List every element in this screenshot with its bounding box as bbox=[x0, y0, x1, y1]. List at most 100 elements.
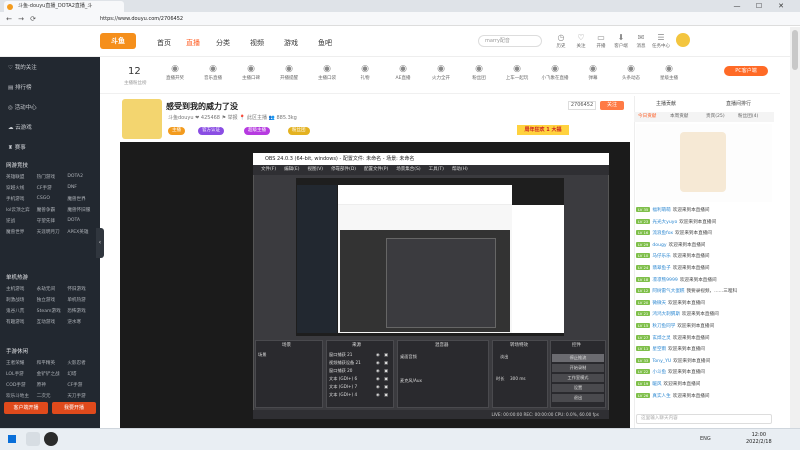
scrollbar-thumb[interactable] bbox=[792, 30, 798, 70]
chat-username[interactable]: 真实人生 bbox=[652, 394, 670, 399]
sidebar-game-item[interactable]: Steam游戏 bbox=[37, 308, 68, 314]
obs-source-item[interactable]: 窗口捕获 20 bbox=[329, 368, 352, 374]
go-live-button[interactable]: ▭ 开播 bbox=[591, 33, 611, 49]
sidebar-game-item[interactable]: 互动游戏 bbox=[37, 319, 68, 325]
eye-icon[interactable]: ◉ bbox=[376, 376, 380, 381]
lock-icon[interactable]: ▣ bbox=[384, 352, 388, 357]
sidebar-game-item[interactable]: DNF bbox=[67, 185, 98, 191]
edge-app-icon[interactable] bbox=[26, 432, 40, 446]
sidebar-game-item[interactable]: DOTA bbox=[67, 218, 98, 224]
history-button[interactable]: ◷ 历史 bbox=[551, 33, 571, 49]
back-button[interactable]: ← bbox=[4, 13, 14, 25]
tab-today[interactable]: 今日贡献 bbox=[638, 113, 656, 119]
category-item[interactable]: ◉ 火力全开 bbox=[426, 63, 456, 81]
browser-tab[interactable]: 斗鱼-douyu直播_DOTA2直播_斗 bbox=[4, 1, 124, 12]
close-button[interactable]: ✕ bbox=[772, 0, 790, 12]
chat-username[interactable]: 阿树雷气大蛋糕 bbox=[652, 289, 684, 294]
obs-scene-item[interactable]: 场景 bbox=[258, 352, 266, 358]
sidebar-item-esports[interactable]: ♜ 赛事 bbox=[8, 143, 26, 151]
sidebar-game-item[interactable]: 英雄联盟 bbox=[6, 174, 37, 180]
lock-icon[interactable]: ▣ bbox=[384, 376, 388, 381]
chat-username[interactable]: dougy bbox=[652, 243, 666, 248]
sidebar-game-item[interactable]: 魔兽怀旧服 bbox=[67, 207, 98, 213]
obs-duration-input[interactable]: 300 ms bbox=[510, 376, 526, 381]
chat-username[interactable]: 玄烨之灵 bbox=[652, 336, 670, 341]
task-center-button[interactable]: ☰ 任务中心 bbox=[651, 33, 671, 49]
sidebar-game-item[interactable]: 火影忍者 bbox=[67, 360, 98, 366]
sidebar-game-item[interactable]: 天刀手游 bbox=[67, 393, 98, 399]
sidebar-item-follow[interactable]: ♡ 我的关注 bbox=[8, 63, 37, 71]
sidebar-game-item[interactable]: 二次元 bbox=[37, 393, 68, 399]
obs-source-item[interactable]: 窗口捕获 21 bbox=[329, 352, 352, 358]
sidebar-game-item[interactable]: 天涯明月刀 bbox=[37, 229, 68, 235]
category-item[interactable]: ◉ 音乐直播 bbox=[198, 63, 228, 81]
category-item[interactable]: ◉ 直播开奖 bbox=[160, 63, 190, 81]
nav-category[interactable]: 分类 bbox=[216, 38, 230, 48]
sidebar-game-item[interactable]: CF手游 bbox=[67, 382, 98, 388]
reload-button[interactable]: ⟳ bbox=[28, 13, 38, 25]
obs-source-item[interactable]: 文本 (GDI+) 6 bbox=[329, 376, 357, 382]
user-avatar[interactable] bbox=[676, 33, 690, 47]
sidebar-game-item[interactable]: 单机热游 bbox=[67, 297, 98, 303]
sidebar-game-item[interactable]: 鬼谷八荒 bbox=[6, 308, 37, 314]
obs-source-item[interactable]: 文本 (GDI+) 7 bbox=[329, 384, 357, 390]
windows-start-icon[interactable] bbox=[8, 435, 16, 443]
chat-username[interactable]: 马仔乐乐 bbox=[652, 254, 670, 259]
follow-list-button[interactable]: ♡ 关注 bbox=[571, 33, 591, 49]
sidebar-game-item[interactable]: CSGO bbox=[37, 196, 68, 202]
category-item[interactable]: ◉ 弹幕 bbox=[578, 63, 608, 81]
nav-live[interactable]: 直播 bbox=[186, 38, 200, 48]
chat-username[interactable]: 流浪鱼fox bbox=[652, 231, 673, 236]
sidebar-game-item[interactable]: 恐怖游戏 bbox=[67, 308, 98, 314]
nav-game[interactable]: 游戏 bbox=[284, 38, 298, 48]
promo-banner[interactable]: 周年狂欢 1 大福 bbox=[517, 125, 569, 135]
sidebar-game-item[interactable]: 独立游戏 bbox=[37, 297, 68, 303]
tab-week[interactable]: 本周贡献 bbox=[670, 113, 688, 119]
client-button[interactable]: ⬇ 客户端 bbox=[611, 33, 631, 49]
chat-username[interactable]: 小斗鱼 bbox=[652, 370, 666, 375]
sidebar-game-item[interactable]: 永劫无间 bbox=[37, 286, 68, 292]
forward-button[interactable]: → bbox=[16, 13, 26, 25]
obs-menu-profile[interactable]: 配置文件(P) bbox=[364, 167, 388, 172]
obs-source-item[interactable]: 文本 (GDI+) 4 bbox=[329, 392, 357, 398]
pc-client-button[interactable]: PC客户端 bbox=[724, 66, 768, 76]
sidebar-collapse-handle[interactable]: ‹ bbox=[96, 228, 104, 258]
lock-icon[interactable]: ▣ bbox=[384, 360, 388, 365]
eye-icon[interactable]: ◉ bbox=[376, 384, 380, 389]
lock-icon[interactable]: ▣ bbox=[384, 384, 388, 389]
eye-icon[interactable]: ◉ bbox=[376, 368, 380, 373]
obs-source-item[interactable]: 视频捕获设备 21 bbox=[329, 360, 361, 366]
start-live-button[interactable]: 我要开播 bbox=[52, 402, 96, 414]
sidebar-game-item[interactable]: 金铲铲之战 bbox=[37, 371, 68, 377]
eye-icon[interactable]: ◉ bbox=[376, 360, 380, 365]
chat-username[interactable]: 光光大yuyo bbox=[652, 220, 677, 225]
chat-username[interactable]: 翡翠鱼子 bbox=[652, 266, 670, 271]
sidebar-game-item[interactable]: CF手游 bbox=[37, 185, 68, 191]
rank-title[interactable]: 直播间排行 bbox=[726, 100, 751, 107]
douyu-logo[interactable]: 斗鱼 bbox=[100, 33, 136, 49]
category-item[interactable]: ◉ 上车一起玩 bbox=[502, 63, 532, 81]
category-item[interactable]: ◉ AE直播 bbox=[388, 63, 418, 81]
sidebar-item-events[interactable]: ◎ 活动中心 bbox=[8, 103, 37, 111]
eye-icon[interactable]: ◉ bbox=[376, 352, 380, 357]
url-input[interactable]: https://www.douyu.com/2706452 bbox=[100, 14, 500, 24]
obs-menu-file[interactable]: 文件(F) bbox=[261, 167, 276, 172]
category-item[interactable]: ◉ 主播口碑 bbox=[236, 63, 266, 81]
chat-username[interactable]: 星空雨 bbox=[652, 347, 666, 352]
streamer-avatar[interactable] bbox=[122, 99, 162, 139]
sidebar-game-item[interactable]: 热门游戏 bbox=[37, 174, 68, 180]
sidebar-game-item[interactable]: COD手游 bbox=[6, 382, 37, 388]
tab-fanclub[interactable]: 粉丝团(4) bbox=[738, 113, 758, 119]
sidebar-item-rank[interactable]: ▤ 排行榜 bbox=[8, 83, 31, 91]
sidebar-game-item[interactable]: 王者荣耀 bbox=[6, 360, 37, 366]
sidebar-game-item[interactable]: 逆战 bbox=[6, 218, 37, 224]
sidebar-game-item[interactable]: 逆水寒 bbox=[67, 319, 98, 325]
minimize-button[interactable]: — bbox=[728, 0, 746, 12]
chat-username[interactable]: 鸿鸿大刺猬斯 bbox=[652, 312, 680, 317]
chat-username[interactable]: 微微天 bbox=[652, 301, 666, 306]
chat-input[interactable]: 这里输入聊天内容 bbox=[636, 414, 772, 424]
obs-transition-select[interactable]: 淡出 bbox=[500, 354, 508, 360]
category-item[interactable]: ◉ 粉丝团 bbox=[464, 63, 494, 81]
message-button[interactable]: ✉ 消息 bbox=[631, 33, 651, 49]
maximize-button[interactable]: ☐ bbox=[750, 0, 768, 12]
